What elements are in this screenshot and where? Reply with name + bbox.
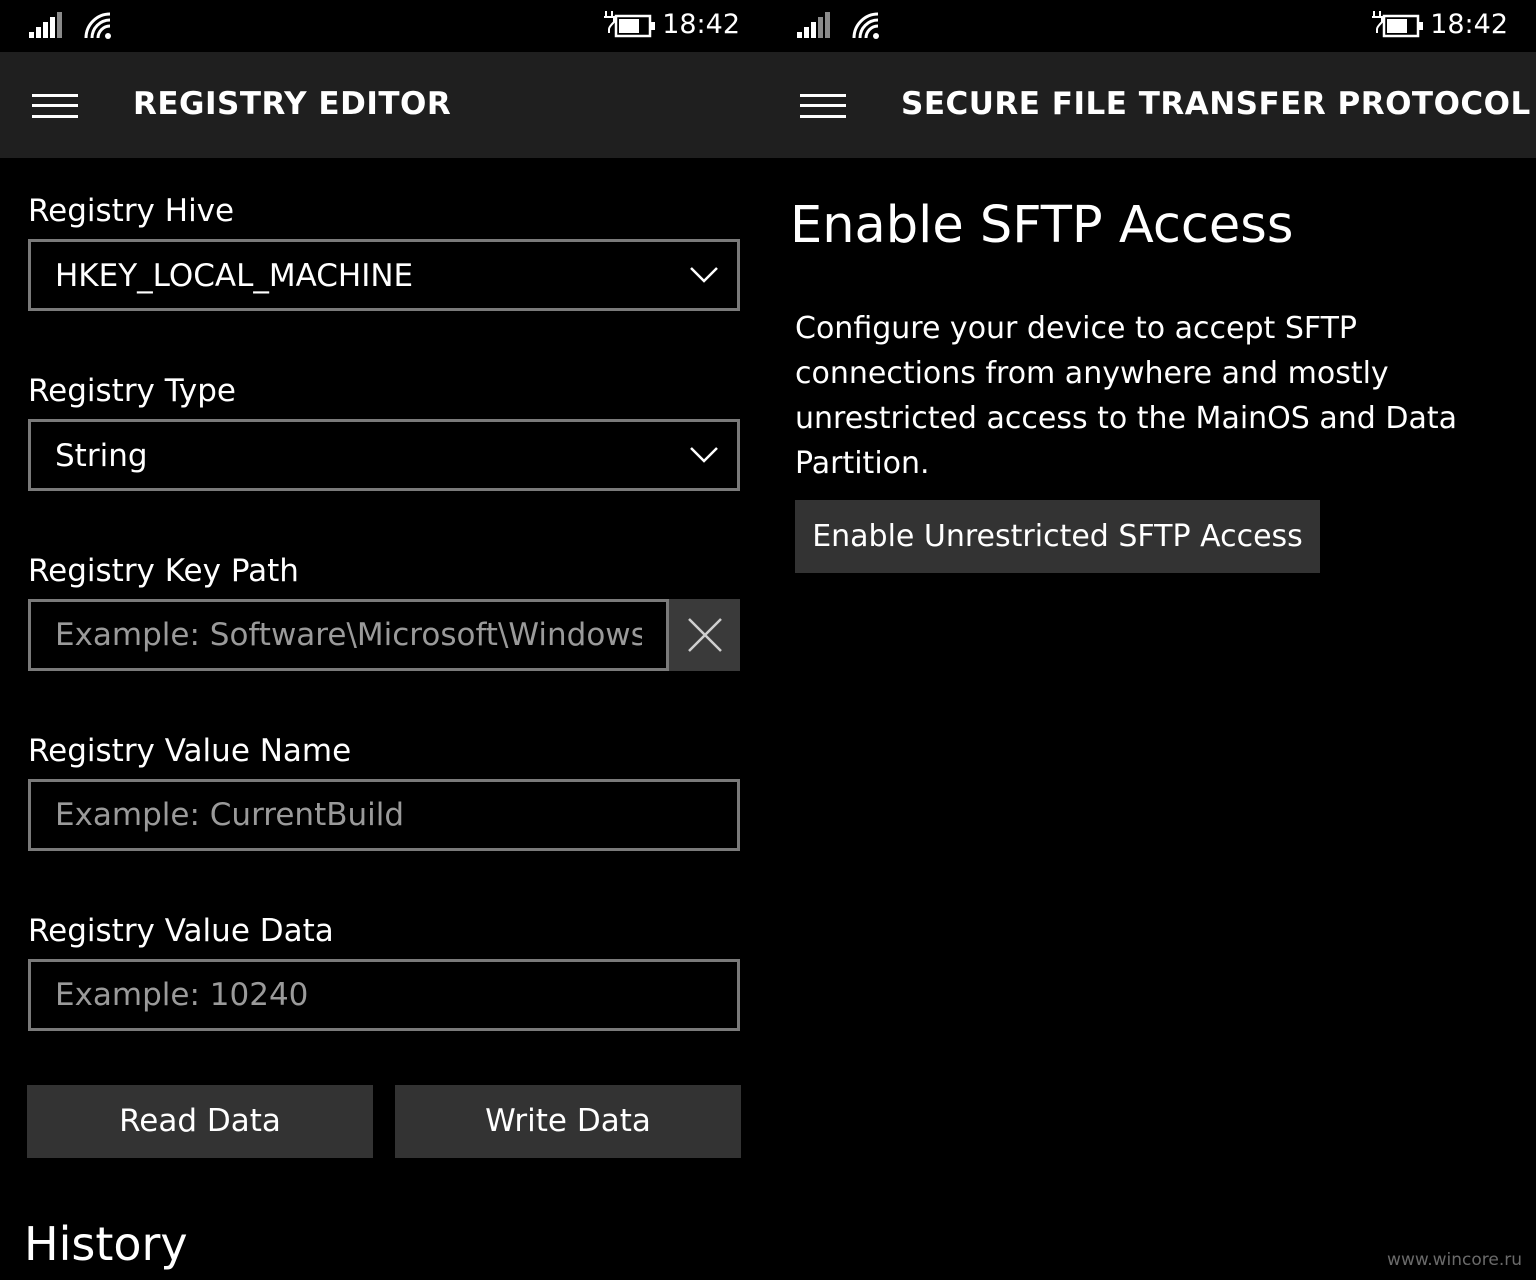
sftp-description: Configure your device to accept SFTP con… xyxy=(795,311,1457,481)
clear-key-path-button[interactable] xyxy=(669,599,740,671)
signal-icon xyxy=(29,12,62,38)
registry-hive-selected: HKEY_LOCAL_MACHINE xyxy=(55,258,414,294)
status-time: 18:42 xyxy=(1430,9,1508,40)
registry-hive-dropdown[interactable]: HKEY_LOCAL_MACHINE xyxy=(28,239,740,311)
app-bar: SECURE FILE TRANSFER PROTOCOL xyxy=(768,52,1536,158)
registry-type-label: Registry Type xyxy=(28,373,236,409)
status-bar: 18:42 xyxy=(0,0,768,52)
chevron-down-icon xyxy=(690,447,718,463)
watermark: www.wincore.ru xyxy=(1387,1250,1522,1270)
status-bar: 18:42 xyxy=(768,0,1536,52)
registry-type-selected: String xyxy=(55,438,148,474)
registry-value-name-label: Registry Value Name xyxy=(28,733,352,769)
sftp-screen: 18:42 SECURE FILE TRANSFER PROTOCOL Enab… xyxy=(768,0,1536,1280)
hamburger-icon[interactable] xyxy=(800,92,846,120)
close-icon xyxy=(688,618,722,652)
chevron-down-icon xyxy=(690,267,718,283)
registry-editor-screen: 18:42 REGISTRY EDITOR Registry Hive HKEY… xyxy=(0,0,768,1280)
enable-sftp-button[interactable]: Enable Unrestricted SFTP Access xyxy=(795,500,1320,573)
battery-icon xyxy=(1372,11,1423,38)
registry-value-data-field[interactable] xyxy=(28,959,740,1031)
signal-icon xyxy=(797,12,830,38)
registry-key-path-field[interactable] xyxy=(28,599,669,671)
wifi-icon xyxy=(84,12,111,39)
registry-value-name-field[interactable] xyxy=(28,779,740,851)
registry-hive-label: Registry Hive xyxy=(28,193,235,229)
battery-icon xyxy=(604,11,655,38)
status-time: 18:42 xyxy=(662,9,740,40)
wifi-icon xyxy=(852,12,879,39)
write-data-button[interactable]: Write Data xyxy=(395,1085,741,1158)
registry-type-dropdown[interactable]: String xyxy=(28,419,740,491)
registry-value-data-label: Registry Value Data xyxy=(28,913,334,949)
sftp-heading: Enable SFTP Access xyxy=(790,196,1294,255)
registry-value-data-input[interactable] xyxy=(31,962,737,1028)
registry-key-path-input[interactable] xyxy=(31,602,666,668)
hamburger-icon[interactable] xyxy=(32,92,78,120)
registry-key-path-label: Registry Key Path xyxy=(28,553,299,589)
registry-value-name-input[interactable] xyxy=(31,782,737,848)
app-bar: REGISTRY EDITOR xyxy=(0,52,768,158)
page-title: SECURE FILE TRANSFER PROTOCOL xyxy=(901,86,1531,122)
history-heading: History xyxy=(24,1217,188,1271)
page-title: REGISTRY EDITOR xyxy=(133,86,452,122)
read-data-button[interactable]: Read Data xyxy=(27,1085,373,1158)
